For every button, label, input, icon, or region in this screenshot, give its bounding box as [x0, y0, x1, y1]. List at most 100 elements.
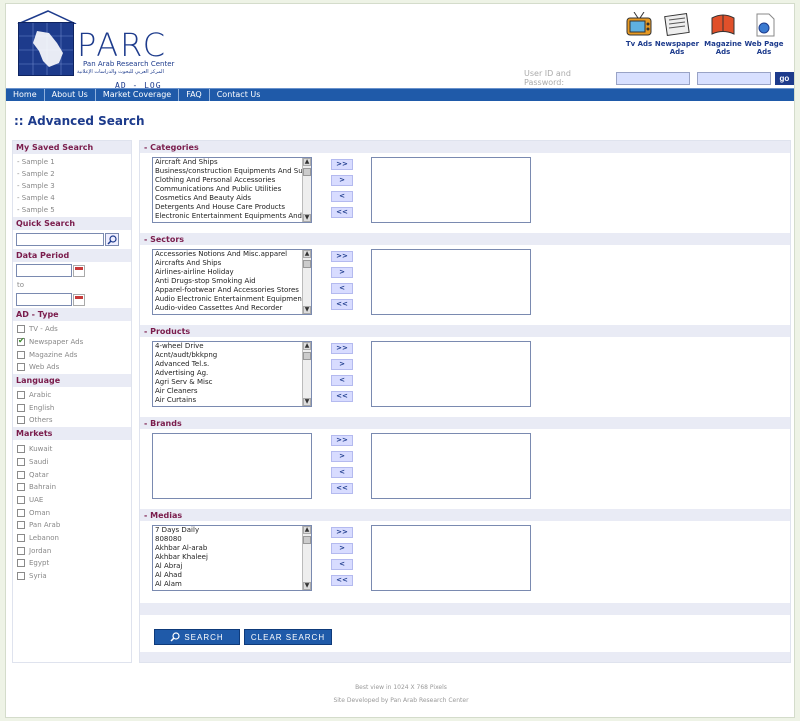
go-button[interactable]: go — [774, 71, 794, 85]
ad-type-option[interactable]: Web Ads — [13, 361, 131, 374]
list-item[interactable]: Aircrafts And Ships — [153, 259, 311, 268]
list-item[interactable]: Al Ahad — [153, 571, 311, 580]
quick-search-button[interactable] — [105, 233, 119, 246]
brands-selected-listbox[interactable] — [371, 433, 531, 499]
scroll-down-icon[interactable]: ▼ — [303, 582, 311, 590]
date-from-input[interactable] — [16, 264, 72, 277]
add-all-button[interactable]: >> — [331, 251, 353, 262]
medias-listbox[interactable]: 7 Days Daily 808080 Akhbar Al-arab Akhba… — [152, 525, 312, 591]
list-item[interactable]: 808080 — [153, 535, 311, 544]
scroll-thumb[interactable] — [303, 352, 311, 360]
list-item[interactable]: Cosmetics And Beauty Aids — [153, 194, 311, 203]
nav-about-us[interactable]: About Us — [45, 89, 96, 101]
ad-type-option[interactable]: Magazine Ads — [13, 348, 131, 361]
scrollbar[interactable]: ▲ ▼ — [302, 342, 311, 406]
market-option[interactable]: Saudi — [13, 456, 131, 469]
checkbox-checked[interactable] — [17, 336, 25, 347]
list-item[interactable]: Advanced Tel.s. — [153, 360, 311, 369]
scroll-thumb[interactable] — [303, 260, 311, 268]
scroll-up-icon[interactable]: ▲ — [303, 342, 311, 350]
list-item[interactable]: Al Abraj — [153, 562, 311, 571]
list-item[interactable]: Clothing And Personal Accessories — [153, 176, 311, 185]
remove-button[interactable]: < — [331, 467, 353, 478]
calendar-icon[interactable] — [73, 264, 85, 277]
checkbox[interactable] — [17, 391, 25, 400]
language-option[interactable]: Others — [13, 414, 131, 427]
remove-button[interactable]: < — [331, 283, 353, 294]
checkbox[interactable] — [17, 572, 25, 581]
search-button[interactable]: SEARCH — [154, 629, 240, 645]
checkbox[interactable] — [17, 363, 25, 372]
ad-type-option[interactable]: TV - Ads — [13, 323, 131, 336]
list-item[interactable]: Acnt/audt/bkkpng — [153, 351, 311, 360]
scroll-up-icon[interactable]: ▲ — [303, 250, 311, 258]
saved-search-item[interactable]: - Sample 4 — [13, 192, 131, 204]
checkbox[interactable] — [17, 350, 25, 359]
list-item[interactable]: Electronic Entertainment Equipments And … — [153, 212, 311, 221]
nav-home[interactable]: Home — [6, 89, 45, 101]
list-item[interactable]: Advertising Ag. — [153, 369, 311, 378]
categories-selected-listbox[interactable] — [371, 157, 531, 223]
checkbox[interactable] — [17, 416, 25, 425]
list-item[interactable]: Air Curtains — [153, 396, 311, 405]
add-button[interactable]: > — [331, 359, 353, 370]
language-option[interactable]: English — [13, 401, 131, 414]
list-item[interactable]: Communications And Public Utilities — [153, 185, 311, 194]
market-option[interactable]: Jordan — [13, 544, 131, 557]
remove-all-button[interactable]: << — [331, 207, 353, 218]
market-option[interactable]: Syria — [13, 570, 131, 583]
products-selected-listbox[interactable] — [371, 341, 531, 407]
scrollbar[interactable]: ▲ ▼ — [302, 526, 311, 590]
remove-button[interactable]: < — [331, 191, 353, 202]
checkbox[interactable] — [17, 495, 25, 504]
checkbox[interactable] — [17, 521, 25, 530]
remove-button[interactable]: < — [331, 375, 353, 386]
market-option[interactable]: Pan Arab — [13, 519, 131, 532]
list-item[interactable]: Air Cleaners — [153, 387, 311, 396]
checkbox[interactable] — [17, 470, 25, 479]
parc-logo[interactable]: PARC Pan Arab Research Center المركز الع… — [15, 9, 175, 91]
checkbox[interactable] — [17, 559, 25, 568]
list-item[interactable]: Aircraft And Ships — [153, 158, 311, 167]
brands-listbox[interactable] — [152, 433, 312, 499]
user-id-input[interactable] — [615, 71, 690, 85]
language-option[interactable]: Arabic — [13, 389, 131, 402]
checkbox[interactable] — [17, 546, 25, 555]
list-item[interactable]: Audio Electronic Entertainment Equipment… — [153, 295, 311, 304]
scrollbar[interactable]: ▲ ▼ — [302, 250, 311, 314]
checkbox[interactable] — [17, 508, 25, 517]
list-item[interactable]: Akhbar Al-arab — [153, 544, 311, 553]
scroll-up-icon[interactable]: ▲ — [303, 158, 311, 166]
add-all-button[interactable]: >> — [331, 159, 353, 170]
saved-search-item[interactable]: - Sample 1 — [13, 156, 131, 168]
categories-listbox[interactable]: Aircraft And Ships Business/construction… — [152, 157, 312, 223]
remove-all-button[interactable]: << — [331, 483, 353, 494]
market-option[interactable]: Lebanon — [13, 532, 131, 545]
list-item[interactable]: Akhbar Khaleej — [153, 553, 311, 562]
scroll-thumb[interactable] — [303, 168, 311, 176]
checkbox[interactable] — [17, 457, 25, 466]
password-input[interactable] — [696, 71, 771, 85]
checkbox[interactable] — [17, 325, 25, 334]
add-button[interactable]: > — [331, 175, 353, 186]
saved-search-item[interactable]: - Sample 3 — [13, 180, 131, 192]
list-item[interactable]: Agri Serv & Misc — [153, 378, 311, 387]
sectors-listbox[interactable]: Accessories Notions And Misc.apparel Air… — [152, 249, 312, 315]
products-listbox[interactable]: 4-wheel Drive Acnt/audt/bkkpng Advanced … — [152, 341, 312, 407]
market-option[interactable]: Egypt — [13, 557, 131, 570]
list-item[interactable]: Al Alam — [153, 580, 311, 589]
remove-button[interactable]: < — [331, 559, 353, 570]
saved-search-item[interactable]: - Sample 2 — [13, 168, 131, 180]
add-button[interactable]: > — [331, 543, 353, 554]
remove-all-button[interactable]: << — [331, 575, 353, 586]
scroll-down-icon[interactable]: ▼ — [303, 306, 311, 314]
add-all-button[interactable]: >> — [331, 343, 353, 354]
list-item[interactable]: Anti Drugs-stop Smoking Aid — [153, 277, 311, 286]
add-button[interactable]: > — [331, 451, 353, 462]
add-button[interactable]: > — [331, 267, 353, 278]
clear-search-button[interactable]: CLEAR SEARCH — [244, 629, 332, 645]
scroll-down-icon[interactable]: ▼ — [303, 214, 311, 222]
scroll-down-icon[interactable]: ▼ — [303, 398, 311, 406]
nav-faq[interactable]: FAQ — [179, 89, 210, 101]
nav-market-coverage[interactable]: Market Coverage — [96, 89, 180, 101]
